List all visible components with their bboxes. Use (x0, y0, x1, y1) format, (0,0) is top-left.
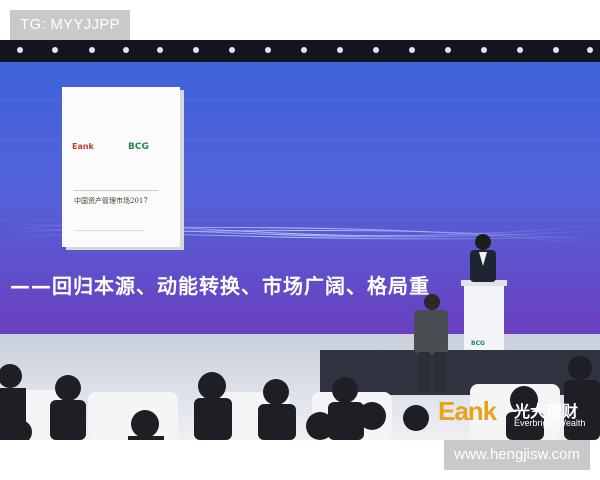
brand-name-en: Everbright Wealth (514, 418, 586, 428)
brand-logo-mark: Eank (438, 396, 497, 426)
podium-logo: BCG (471, 340, 485, 347)
stage-scene (0, 40, 600, 440)
event-photo: Eank BCG 中国资产管理市场2017 ——回归本源、动能转换、市场广阔、格… (0, 40, 600, 440)
website-overlay: www.hengjisw.com (444, 440, 590, 470)
report-cover (62, 87, 180, 247)
screen-slogan: ——回归本源、动能转换、市场广阔、格局重 (10, 274, 430, 298)
tag-overlay: TG: MYYJJPP (10, 10, 130, 40)
report-footer-line (74, 230, 144, 231)
report-brand-left: Eank (72, 142, 94, 151)
report-brand-right: BCG (128, 142, 149, 152)
report-title: 中国资产管理市场2017 (74, 197, 148, 205)
report-rule (74, 190, 158, 191)
